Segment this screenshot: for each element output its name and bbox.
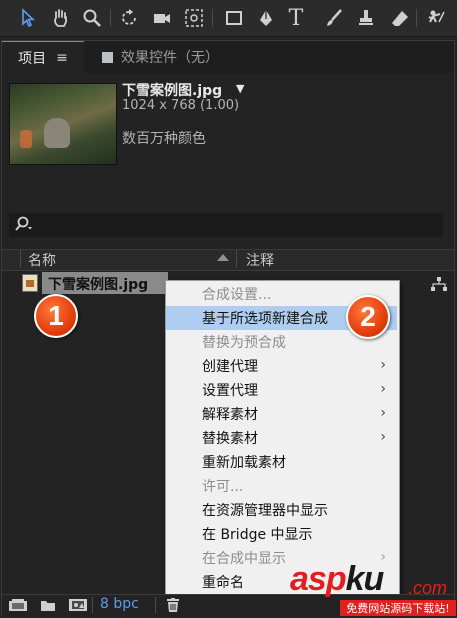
column-divider[interactable]	[236, 250, 237, 268]
context-menu-item[interactable]: 在 Bridge 中显示	[166, 522, 397, 546]
effect-controls-icon	[102, 51, 113, 63]
submenu-chevron-icon: ›	[380, 357, 386, 373]
context-menu-item-label: 解释素材	[202, 407, 258, 423]
context-menu-item-label: 重命名	[202, 575, 244, 591]
context-menu-item-label: 在资源管理器中显示	[202, 503, 328, 519]
rotate-tool-icon[interactable]	[118, 6, 142, 30]
context-menu-item-label: 替换为预合成	[202, 335, 286, 351]
clone-stamp-tool-icon[interactable]	[354, 6, 378, 30]
tab-effect-controls[interactable]: 效果控件（无）	[102, 41, 219, 73]
context-menu-item[interactable]: 设置代理 ›	[166, 378, 397, 402]
type-tool-icon[interactable]: T	[284, 6, 308, 31]
asset-dropdown-icon[interactable]: ▼	[236, 82, 244, 95]
context-menu-item-label: 替换素材	[202, 431, 258, 447]
panel-tab-bar: 项目 ≡ 效果控件（无）	[2, 41, 454, 74]
zoom-tool-icon[interactable]	[80, 6, 104, 30]
context-menu-item[interactable]: 重新加载素材	[166, 450, 397, 474]
watermark-domain: .com	[408, 578, 448, 598]
submenu-chevron-icon: ›	[380, 429, 386, 445]
context-menu-item-label: 重新加载素材	[202, 455, 286, 471]
puppet-tool-icon[interactable]	[424, 6, 448, 30]
step-badge-1: 1	[34, 294, 78, 338]
new-folder-icon[interactable]	[40, 598, 56, 612]
asset-color-depth: 数百万种颜色	[122, 131, 206, 147]
watermark-logo-ku: ku	[345, 560, 385, 598]
search-input[interactable]	[9, 213, 443, 237]
camera-tool-icon[interactable]	[150, 6, 174, 30]
pen-tool-icon[interactable]	[254, 6, 278, 30]
tools-toolbar: T	[0, 0, 457, 37]
tab-project[interactable]: 项目 ≡	[2, 41, 84, 74]
bottom-divider	[155, 597, 156, 613]
new-composition-icon[interactable]	[68, 598, 88, 612]
submenu-chevron-icon: ›	[380, 405, 386, 421]
watermark-logo-asp: asp	[290, 560, 347, 598]
context-menu-item[interactable]: 创建代理 ›	[166, 354, 397, 378]
column-divider	[20, 250, 21, 268]
context-menu-item: 许可...	[166, 474, 397, 498]
interpret-footage-icon[interactable]	[8, 598, 28, 612]
file-name[interactable]: 下雪案例图.jpg	[48, 274, 148, 294]
sort-ascending-icon	[217, 254, 229, 261]
asset-thumbnail	[9, 83, 117, 165]
trash-icon[interactable]	[165, 598, 181, 612]
toolbar-divider	[212, 9, 213, 27]
brush-tool-icon[interactable]	[322, 6, 346, 30]
panel-menu-icon[interactable]: ≡	[56, 50, 68, 66]
context-menu-item-label: 基于所选项新建合成	[202, 311, 328, 327]
context-menu-item[interactable]: 替换素材 ›	[166, 426, 397, 450]
toolbar-divider	[110, 9, 111, 27]
pan-behind-tool-icon[interactable]	[182, 6, 206, 30]
bottom-divider	[92, 597, 93, 613]
image-file-icon	[22, 274, 38, 292]
eraser-tool-icon[interactable]	[388, 6, 412, 30]
toolbar-divider	[416, 9, 417, 27]
search-icon[interactable]	[13, 216, 35, 234]
context-menu-item-label: 设置代理	[202, 383, 258, 399]
flowchart-icon[interactable]	[431, 277, 447, 291]
context-menu-item-label: 在合成中显示	[202, 551, 286, 567]
context-menu-item-label: 合成设置...	[202, 287, 272, 303]
context-menu-item-label: 创建代理	[202, 359, 258, 375]
column-comment-header[interactable]: 注释	[246, 250, 274, 270]
rectangle-tool-icon[interactable]	[222, 6, 246, 30]
step-badge-2: 2	[346, 295, 390, 339]
color-depth-button[interactable]: 8 bpc	[100, 596, 139, 612]
asset-name: 下雪案例图.jpg	[122, 83, 223, 99]
watermark-logo: aspku	[290, 560, 385, 599]
context-menu-item[interactable]: 解释素材 ›	[166, 402, 397, 426]
column-name-header[interactable]: 名称	[28, 250, 56, 270]
tab-project-label: 项目	[18, 51, 47, 67]
context-menu-item-label: 许可...	[202, 479, 244, 495]
asset-dimensions: 1024 x 768 (1.00)	[122, 98, 240, 113]
context-menu-item-label: 在 Bridge 中显示	[202, 527, 313, 543]
context-menu-item[interactable]: 在资源管理器中显示	[166, 498, 397, 522]
selection-tool-icon[interactable]	[16, 6, 40, 30]
submenu-chevron-icon: ›	[380, 381, 386, 397]
tab-effect-controls-label: 效果控件（无）	[121, 50, 219, 66]
hand-tool-icon[interactable]	[48, 6, 72, 30]
watermark-tagline: 免费网站源码下载站!	[340, 600, 456, 616]
